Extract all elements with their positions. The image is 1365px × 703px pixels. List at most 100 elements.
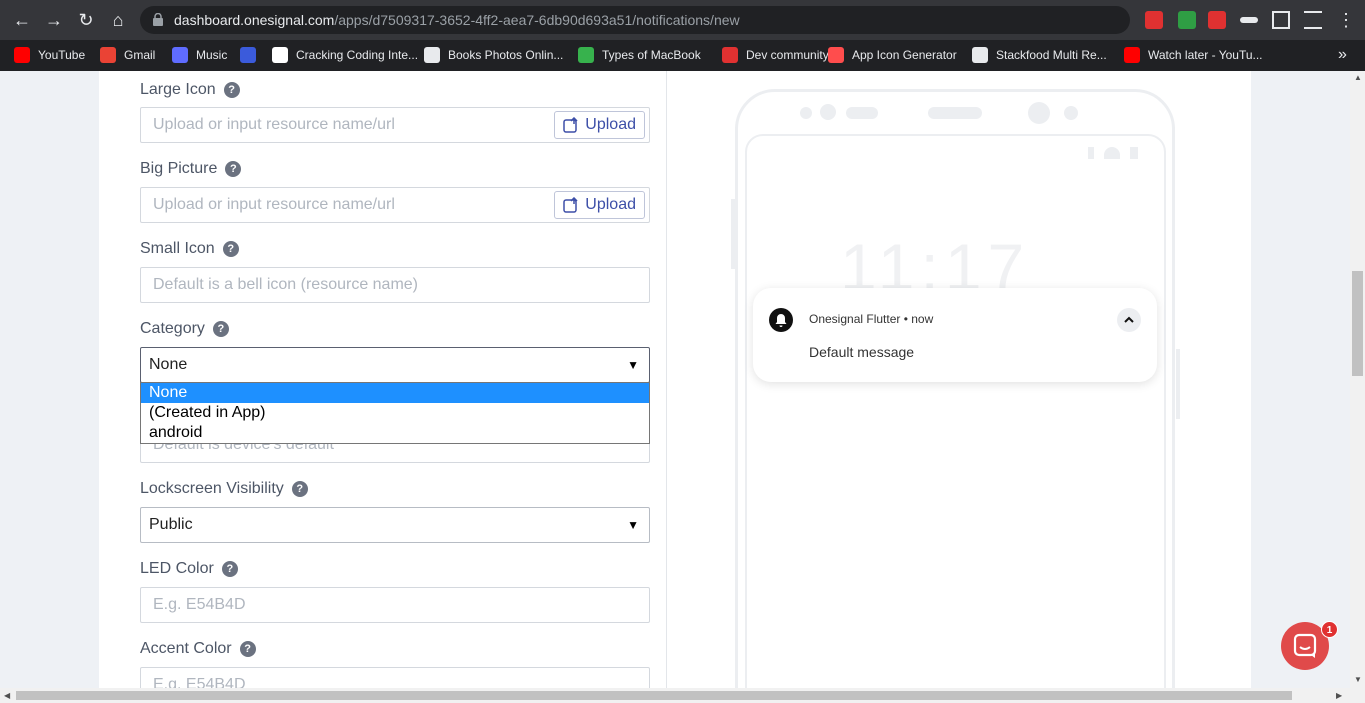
help-icon[interactable]: ? xyxy=(221,561,238,577)
bookmark-label: Books Photos Onlin... xyxy=(448,48,564,62)
large-icon-placeholder: Upload or input resource name/url xyxy=(153,116,395,133)
extension-icon[interactable] xyxy=(1145,11,1163,29)
vertical-scrollbar[interactable]: ▲ ▼ xyxy=(1350,71,1365,688)
small-icon-placeholder: Default is a bell icon (resource name) xyxy=(153,276,419,293)
bookmark-label: Stackfood Multi Re... xyxy=(996,48,1107,62)
bookmark-item[interactable]: Types of MacBook xyxy=(578,45,701,65)
accent-color-label-text: Accent Color xyxy=(140,640,232,657)
bookmark-item[interactable]: Watch later - YouTu... xyxy=(1124,45,1263,65)
help-icon[interactable]: ? xyxy=(291,481,308,497)
accent-color-input[interactable]: E.g. E54B4D xyxy=(140,667,650,688)
bookmark-item[interactable]: Books Photos Onlin... xyxy=(424,45,563,65)
phone-side-button xyxy=(1176,349,1180,419)
category-option[interactable]: (Created in App) xyxy=(141,403,649,423)
upload-image-icon xyxy=(563,117,578,133)
upload-label: Upload xyxy=(585,196,636,213)
bookmark-label: Dev community xyxy=(746,48,829,62)
bookmark-favicon xyxy=(424,47,440,63)
category-value: None xyxy=(149,356,188,373)
bookmark-label: YouTube xyxy=(38,48,86,62)
bookmark-item[interactable]: Music xyxy=(172,45,227,65)
large-icon-label: Large Icon? xyxy=(140,81,240,99)
extension-icon[interactable] xyxy=(1208,11,1226,29)
bookmark-item[interactable]: App Icon Generator xyxy=(828,45,957,65)
horizontal-scrollbar[interactable]: ◀ ▶ xyxy=(0,688,1365,703)
lock-icon xyxy=(153,13,163,26)
extension-icon[interactable] xyxy=(1178,11,1196,29)
help-icon[interactable]: ? xyxy=(225,161,242,177)
bookmark-label: App Icon Generator xyxy=(852,48,957,62)
extension-icon[interactable] xyxy=(1240,17,1258,23)
notification-message: Default message xyxy=(809,344,915,360)
bell-glyph xyxy=(775,314,787,327)
chevron-up-icon[interactable] xyxy=(1117,308,1141,332)
bookmark-favicon xyxy=(272,47,288,63)
phone-front-camera xyxy=(1028,102,1050,124)
upload-image-icon xyxy=(563,197,578,213)
small-icon-label: Small Icon? xyxy=(140,240,239,258)
bookmark-item[interactable]: Dev community xyxy=(722,45,829,65)
phone-sensor-dot xyxy=(1064,106,1078,120)
phone-screen xyxy=(745,134,1166,688)
scroll-right-arrow-icon[interactable]: ▶ xyxy=(1336,691,1342,700)
bookmark-favicon xyxy=(578,47,594,63)
battery-icon xyxy=(1130,147,1138,159)
bookmark-item[interactable]: Cracking Coding Inte... xyxy=(272,45,418,65)
url-text: dashboard.onesignal.com/apps/d7509317-36… xyxy=(174,12,740,28)
bell-icon xyxy=(769,308,793,332)
horizontal-scroll-thumb[interactable] xyxy=(16,691,1292,700)
bookmark-label: Types of MacBook xyxy=(602,48,701,62)
led-color-label-text: LED Color xyxy=(140,560,214,577)
bookmark-item[interactable]: YouTube xyxy=(14,45,85,65)
extension-icon[interactable] xyxy=(1272,11,1290,29)
bookmark-favicon xyxy=(722,47,738,63)
bookmark-favicon xyxy=(828,47,844,63)
back-icon[interactable]: ← xyxy=(10,8,34,32)
large-icon-upload-button[interactable]: Upload xyxy=(554,111,645,139)
category-option[interactable]: android xyxy=(141,423,649,443)
reload-icon[interactable]: ↻ xyxy=(74,8,98,32)
lockscreen-label-text: Lockscreen Visibility xyxy=(140,480,284,497)
bookmark-item[interactable]: Stackfood Multi Re... xyxy=(972,45,1107,65)
lockscreen-visibility-select[interactable]: Public ▼ xyxy=(140,507,650,543)
led-color-input[interactable]: E.g. E54B4D xyxy=(140,587,650,623)
vertical-scroll-thumb[interactable] xyxy=(1352,271,1363,376)
music-icon xyxy=(172,47,188,63)
url-host: dashboard.onesignal.com xyxy=(174,12,335,28)
category-option[interactable]: None xyxy=(141,383,649,403)
bookmark-item[interactable]: Gmail xyxy=(100,45,155,65)
small-icon-input[interactable]: Default is a bell icon (resource name) xyxy=(140,267,650,303)
led-color-placeholder: E.g. E54B4D xyxy=(153,596,246,613)
lockscreen-visibility-label: Lockscreen Visibility? xyxy=(140,480,308,498)
bookmark-label: Music xyxy=(196,48,228,62)
scroll-left-arrow-icon[interactable]: ◀ xyxy=(4,691,10,700)
category-select[interactable]: None ▼ xyxy=(140,347,650,383)
phone-side-button xyxy=(731,199,735,269)
help-icon[interactable]: ? xyxy=(239,641,256,657)
forward-icon[interactable]: → xyxy=(42,8,66,32)
page-viewport: Large Icon? Upload or input resource nam… xyxy=(0,71,1350,688)
youtube-icon xyxy=(1124,47,1140,63)
youtube-icon xyxy=(14,47,30,63)
accent-color-placeholder: E.g. E54B4D xyxy=(153,676,246,688)
scroll-down-arrow-icon[interactable]: ▼ xyxy=(1354,675,1362,684)
bookmark-label: Gmail xyxy=(124,48,156,62)
help-icon[interactable]: ? xyxy=(212,321,229,337)
big-picture-upload-button[interactable]: Upload xyxy=(554,191,645,219)
bookmark-item[interactable] xyxy=(240,45,264,65)
help-icon[interactable]: ? xyxy=(222,241,239,257)
phone-sensor-dot xyxy=(800,107,812,119)
big-picture-input[interactable]: Upload or input resource name/url Upload xyxy=(140,187,650,223)
bookmarks-overflow-button[interactable]: » xyxy=(1338,45,1347,65)
category-options-list: None (Created in App) android xyxy=(140,382,650,444)
large-icon-input[interactable]: Upload or input resource name/url Upload xyxy=(140,107,650,143)
scroll-up-arrow-icon[interactable]: ▲ xyxy=(1354,73,1362,82)
home-icon[interactable]: ⌂ xyxy=(106,8,130,32)
address-bar[interactable]: dashboard.onesignal.com/apps/d7509317-36… xyxy=(140,6,1130,34)
help-icon[interactable]: ? xyxy=(223,82,240,98)
extensions-puzzle-icon[interactable] xyxy=(1304,11,1322,29)
browser-chrome: ← → ↻ ⌂ dashboard.onesignal.com/apps/d75… xyxy=(0,0,1365,71)
menu-kebab-icon[interactable]: ⋮ xyxy=(1334,8,1358,32)
upload-label: Upload xyxy=(585,116,636,133)
big-picture-placeholder: Upload or input resource name/url xyxy=(153,196,395,213)
